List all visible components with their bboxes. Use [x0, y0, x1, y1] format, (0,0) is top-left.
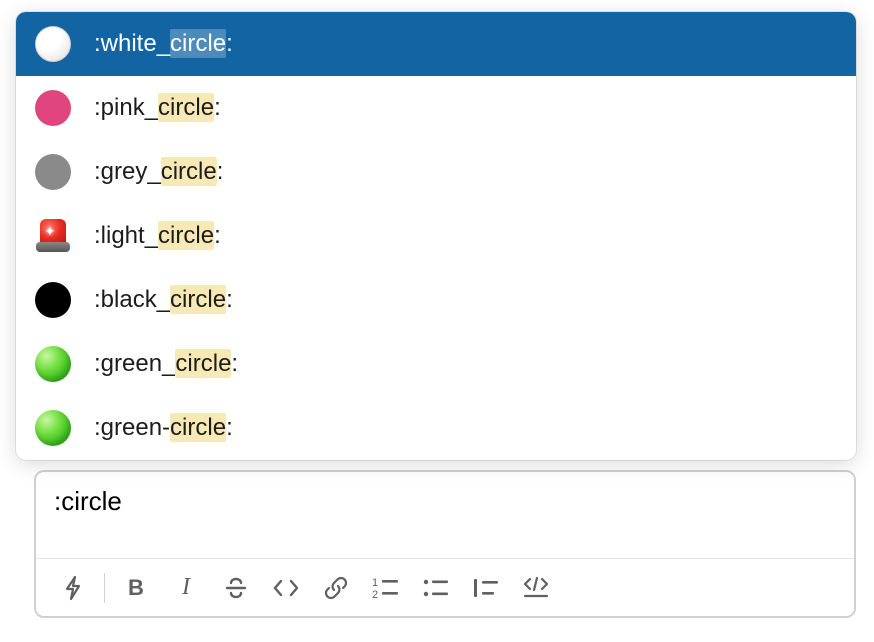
emoji-autocomplete-popup: :white_circle::pink_circle::grey_circle:…	[16, 12, 856, 460]
grey-circle-icon	[35, 154, 71, 190]
shortcuts-button[interactable]	[48, 567, 98, 609]
svg-text:2: 2	[372, 589, 378, 600]
emoji-option[interactable]: ✦ :light_circle:	[16, 204, 856, 268]
italic-button[interactable]: I	[161, 567, 211, 609]
link-button[interactable]	[311, 567, 361, 609]
emoji-option[interactable]: :pink_circle:	[16, 76, 856, 140]
composer-input-area[interactable]	[36, 472, 854, 558]
green-circle-icon	[35, 346, 71, 382]
emoji-option[interactable]: :white_circle:	[16, 12, 856, 76]
svg-text:1: 1	[372, 577, 378, 589]
emoji-preview	[34, 153, 72, 191]
strikethrough-button[interactable]	[211, 567, 261, 609]
black-circle-icon	[35, 282, 71, 318]
emoji-name-label: :green_circle:	[94, 350, 238, 378]
emoji-preview	[34, 281, 72, 319]
lightning-icon	[62, 575, 84, 601]
emoji-name-label: :white_circle:	[94, 30, 233, 58]
message-composer: B I 1 2	[34, 470, 856, 618]
emoji-name-label: :grey_circle:	[94, 158, 223, 186]
emoji-option[interactable]: :grey_circle:	[16, 140, 856, 204]
italic-icon: I	[182, 574, 190, 601]
code-button[interactable]	[261, 567, 311, 609]
emoji-preview	[34, 25, 72, 63]
strikethrough-icon	[223, 575, 249, 601]
ordered-list-button[interactable]: 1 2	[361, 567, 411, 609]
link-icon	[323, 575, 349, 601]
emoji-preview	[34, 89, 72, 127]
pink-circle-icon	[35, 90, 71, 126]
code-icon	[271, 577, 301, 599]
composer-toolbar: B I 1 2	[36, 558, 854, 616]
emoji-name-label: :green-circle:	[94, 414, 233, 442]
emoji-preview	[34, 409, 72, 447]
bulleted-list-button[interactable]	[411, 567, 461, 609]
code-block-button[interactable]	[511, 567, 561, 609]
emoji-preview	[34, 345, 72, 383]
ordered-list-icon: 1 2	[372, 576, 400, 600]
blockquote-button[interactable]	[461, 567, 511, 609]
emoji-option[interactable]: :green-circle:	[16, 396, 856, 460]
bold-button[interactable]: B	[111, 567, 161, 609]
message-input[interactable]	[54, 486, 836, 517]
bold-icon: B	[128, 575, 144, 601]
toolbar-divider	[104, 573, 105, 603]
code-block-icon	[521, 576, 551, 600]
siren-icon: ✦	[34, 217, 72, 255]
green-circle-icon	[35, 410, 71, 446]
bulleted-list-icon	[422, 576, 450, 600]
emoji-name-label: :pink_circle:	[94, 94, 221, 122]
emoji-name-label: :light_circle:	[94, 222, 221, 250]
emoji-name-label: :black_circle:	[94, 286, 233, 314]
emoji-option[interactable]: :green_circle:	[16, 332, 856, 396]
blockquote-icon	[472, 576, 500, 600]
emoji-option[interactable]: :black_circle:	[16, 268, 856, 332]
white-circle-icon	[35, 26, 71, 62]
emoji-preview: ✦	[34, 217, 72, 255]
